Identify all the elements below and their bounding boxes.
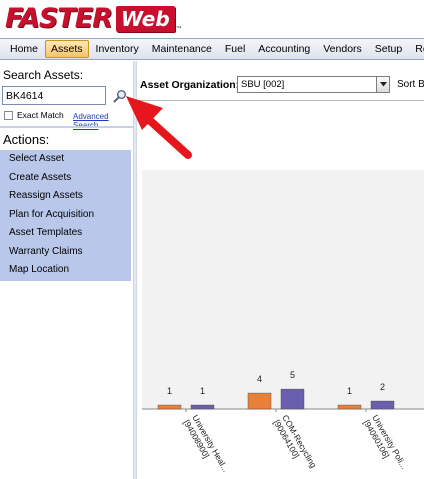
data-label-2-1: 2 bbox=[380, 382, 385, 392]
actions-title: Actions: bbox=[3, 132, 50, 147]
action-plan-for-acquisition[interactable]: Plan for Acquisition bbox=[0, 206, 131, 225]
category-label-1: COM-Recycling[90064100] bbox=[272, 413, 319, 475]
asset-organization-label: Asset Organization: bbox=[140, 79, 240, 91]
bar-1-1[interactable] bbox=[280, 388, 305, 410]
faster-web-logo: FASTER Web ™ bbox=[5, 4, 182, 34]
bar-2-0[interactable] bbox=[337, 404, 362, 410]
logo-wordmark: FASTER bbox=[5, 3, 113, 34]
action-reassign-assets[interactable]: Reassign Assets bbox=[0, 187, 131, 206]
menu-item-maintenance[interactable]: Maintenance bbox=[146, 40, 218, 58]
action-create-assets[interactable]: Create Assets bbox=[0, 169, 131, 188]
bar-0-0[interactable] bbox=[157, 404, 182, 410]
menu-item-fuel[interactable]: Fuel bbox=[219, 40, 251, 58]
action-warranty-claims[interactable]: Warranty Claims bbox=[0, 243, 131, 262]
asset-organization-select[interactable]: SBU [002] bbox=[237, 76, 390, 93]
exact-match-checkbox[interactable] bbox=[4, 111, 13, 120]
menu-item-repo[interactable]: Repo bbox=[409, 40, 424, 58]
search-button[interactable] bbox=[110, 86, 130, 105]
bar-2-1[interactable] bbox=[370, 400, 395, 410]
chart-canvas: 1 1 University Heal...[94008900] 4 5 COM-Recy… bbox=[142, 170, 424, 479]
organization-bar: Asset Organization: SBU [002] Sort B bbox=[137, 74, 424, 96]
menu-item-accounting[interactable]: Accounting bbox=[252, 40, 316, 58]
menu-item-assets[interactable]: Assets bbox=[45, 40, 89, 58]
menu-item-vendors[interactable]: Vendors bbox=[317, 40, 368, 58]
bar-1-0[interactable] bbox=[247, 392, 272, 410]
search-assets-input[interactable] bbox=[2, 86, 106, 105]
chevron-down-icon bbox=[379, 82, 387, 87]
menu-item-inventory[interactable]: Inventory bbox=[90, 40, 145, 58]
data-label-0-0: 1 bbox=[167, 386, 172, 396]
sort-by-label: Sort B bbox=[397, 79, 424, 90]
panel-divider bbox=[0, 126, 133, 128]
left-panel: Search Assets: Exact Match Advanced Sear… bbox=[0, 61, 133, 479]
actions-list: Select Asset Create Assets Reassign Assets… bbox=[0, 150, 131, 281]
logo-web-badge: Web bbox=[115, 6, 175, 32]
search-icon bbox=[113, 89, 126, 102]
main-menu-bar: Home Assets Inventory Maintenance Fuel Accoun… bbox=[0, 38, 424, 60]
plot-area bbox=[142, 170, 424, 409]
logo-trademark: ™ bbox=[175, 26, 182, 32]
menu-item-home[interactable]: Home bbox=[4, 40, 44, 58]
menu-item-setup[interactable]: Setup bbox=[369, 40, 408, 58]
category-label-2: University Poli...[94060106] bbox=[362, 413, 410, 476]
data-label-1-0: 4 bbox=[257, 374, 262, 384]
search-assets-title: Search Assets: bbox=[3, 68, 84, 82]
app-header: FASTER Web ™ bbox=[0, 0, 424, 38]
dropdown-button[interactable] bbox=[376, 77, 389, 92]
data-label-0-1: 1 bbox=[200, 386, 205, 396]
toolbar-divider bbox=[137, 100, 424, 101]
action-map-location[interactable]: Map Location bbox=[0, 261, 131, 280]
asset-organization-value: SBU [002] bbox=[241, 79, 285, 90]
action-asset-templates[interactable]: Asset Templates bbox=[0, 224, 131, 243]
action-select-asset[interactable]: Select Asset bbox=[0, 150, 131, 169]
exact-match-label: Exact Match bbox=[17, 110, 64, 120]
bar-0-1[interactable] bbox=[190, 404, 215, 410]
asset-chart: 1 1 University Heal...[94008900] 4 5 COM-Recy… bbox=[142, 170, 424, 479]
category-label-0: University Heal...[94008900] bbox=[182, 413, 231, 479]
data-label-1-1: 5 bbox=[290, 370, 295, 380]
main-panel: Asset Organization: SBU [002] Sort B 1 1 U… bbox=[137, 61, 424, 479]
data-label-2-0: 1 bbox=[347, 386, 352, 396]
